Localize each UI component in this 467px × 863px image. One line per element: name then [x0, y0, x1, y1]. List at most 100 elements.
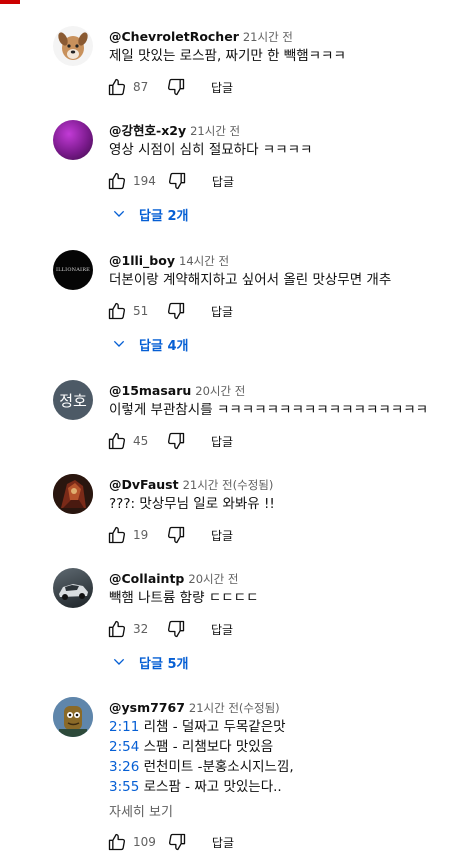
thumbs-up-icon: [107, 77, 127, 97]
like-count: 45: [133, 434, 149, 448]
timestamp-link[interactable]: 2:11: [109, 719, 139, 735]
like-button[interactable]: [106, 430, 128, 452]
timestamp[interactable]: 20시간 전: [188, 572, 238, 586]
chevron-down-icon: [111, 336, 127, 352]
dog-icon: [58, 32, 88, 60]
reply-button[interactable]: 답글: [211, 303, 233, 320]
comment-actions: 19 답글: [106, 524, 233, 546]
car-icon: [59, 584, 88, 600]
avatar[interactable]: [53, 568, 93, 608]
reply-button[interactable]: 답글: [211, 433, 233, 450]
like-button[interactable]: [106, 524, 128, 546]
purple-orb-icon: [53, 120, 93, 160]
timestamp[interactable]: 21시간 전: [190, 124, 240, 138]
author-name[interactable]: @Collaintp: [109, 571, 184, 586]
thumbs-up-icon: [107, 619, 127, 639]
author-name[interactable]: @DvFaust: [109, 477, 179, 492]
view-replies-button[interactable]: 답글 2개: [111, 204, 188, 224]
avatar[interactable]: [53, 120, 93, 160]
top-edge-mark: [0, 0, 20, 4]
replies-label: 답글 4개: [139, 338, 189, 354]
chevron-down-icon: [111, 654, 127, 670]
like-button[interactable]: [106, 170, 128, 192]
avatar-initials: 정호: [59, 391, 87, 410]
thumbs-down-icon: [167, 832, 187, 852]
comment-text: ???: 맛상무님 일로 와봐유 !!: [109, 494, 275, 514]
reply-button[interactable]: 답글: [212, 834, 234, 851]
thumbs-up-icon: [107, 431, 127, 451]
author-name[interactable]: @ChevroletRocher: [109, 29, 239, 44]
read-more-link[interactable]: 자세히 보기: [109, 801, 173, 820]
comment-header: @Collaintp 20시간 전: [109, 568, 238, 587]
author-name[interactable]: @15masaru: [109, 383, 191, 398]
dislike-button[interactable]: [165, 618, 187, 640]
thumbs-down-icon: [166, 77, 186, 97]
avatar-logo-text: ILLIONAIRE: [55, 267, 91, 273]
timestamp[interactable]: 14시간 전: [179, 254, 229, 268]
timestamp-link[interactable]: 3:55: [109, 779, 139, 795]
like-count: 32: [133, 622, 149, 636]
avatar[interactable]: 정호: [53, 380, 93, 420]
view-replies-button[interactable]: 답글 5개: [111, 652, 188, 672]
comment-text: 더본이랑 계약해지하고 싶어서 올린 맛상무면 개추: [109, 270, 391, 290]
line-text: 런천미트 -분홍소시지느낌,: [139, 759, 294, 775]
avatar[interactable]: ILLIONAIRE: [53, 250, 93, 290]
timestamp-link[interactable]: 3:26: [109, 759, 139, 775]
comment-actions: 87 답글: [106, 76, 233, 98]
like-count: 51: [133, 304, 149, 318]
replies-label: 답글 5개: [139, 656, 189, 672]
timestamp[interactable]: 21시간 전(수정됨): [183, 478, 274, 492]
dislike-button[interactable]: [165, 300, 187, 322]
author-name[interactable]: @강현호-x2y: [109, 123, 186, 138]
comment-header: @ysm7767 21시간 전(수정됨): [109, 697, 280, 716]
thumbs-up-icon: [107, 832, 127, 852]
thumbs-up-icon: [107, 301, 127, 321]
comment-text: 빽햄 나트륨 함량 ㄷㄷㄷㄷ: [109, 588, 259, 608]
dislike-button[interactable]: [165, 430, 187, 452]
comment-header: @ChevroletRocher 21시간 전: [109, 26, 293, 45]
comment-text-line: 더본이랑 계약해지하고 싶어서 올린 맛상무면 개추: [109, 272, 392, 288]
dislike-button[interactable]: [165, 524, 187, 546]
timestamp[interactable]: 21시간 전: [243, 30, 293, 44]
comment-text-line: 영상 시점이 심히 절묘하다 ㅋㅋㅋㅋ: [109, 142, 313, 158]
view-replies-button[interactable]: 답글 4개: [111, 334, 188, 354]
thumbs-up-icon: [107, 525, 127, 545]
reply-button[interactable]: 답글: [211, 621, 233, 638]
comment-actions: 51 답글: [106, 300, 233, 322]
like-button[interactable]: [106, 300, 128, 322]
reply-button[interactable]: 답글: [212, 173, 234, 190]
comment-text: 영상 시점이 심히 절묘하다 ㅋㅋㅋㅋ: [109, 140, 312, 160]
like-count: 194: [133, 174, 156, 188]
timestamp[interactable]: 21시간 전(수정됨): [189, 701, 280, 715]
comment-actions: 32 답글: [106, 618, 233, 640]
like-button[interactable]: [106, 76, 128, 98]
like-count: 19: [133, 528, 149, 542]
like-button[interactable]: [106, 831, 128, 853]
reply-button[interactable]: 답글: [211, 79, 233, 96]
comment-actions: 194 답글: [106, 170, 234, 192]
comment-text-line: 이렇게 부관참시를 ㅋㅋㅋㅋㅋㅋㅋㅋㅋㅋㅋㅋㅋㅋㅋㅋㅋ: [109, 402, 429, 418]
author-name[interactable]: @ysm7767: [109, 700, 185, 715]
dislike-button[interactable]: [166, 831, 188, 853]
reply-button[interactable]: 답글: [211, 527, 233, 544]
comment-text-line: 2:11 리챔 - 덜짜고 두목같은맛: [109, 717, 294, 737]
avatar[interactable]: [53, 697, 93, 737]
comment-actions: 45 답글: [106, 430, 233, 452]
thumbs-down-icon: [166, 431, 186, 451]
timestamp[interactable]: 20시간 전: [195, 384, 245, 398]
timestamp-link[interactable]: 2:54: [109, 739, 139, 755]
comment-header: @1lli_boy 14시간 전: [109, 250, 229, 269]
comment-header: @강현호-x2y 21시간 전: [109, 120, 240, 139]
author-name[interactable]: @1lli_boy: [109, 253, 175, 268]
dislike-button[interactable]: [165, 76, 187, 98]
dislike-button[interactable]: [166, 170, 188, 192]
avatar[interactable]: [53, 474, 93, 514]
comment-text: 제일 맛있는 로스팜, 짜기만 한 빽햄ㅋㅋㅋ: [109, 46, 346, 66]
avatar[interactable]: [53, 26, 93, 66]
comment-text-line: ???: 맛상무님 일로 와봐유 !!: [109, 496, 275, 512]
like-count: 87: [133, 80, 149, 94]
like-button[interactable]: [106, 618, 128, 640]
line-text: 리챔 - 덜짜고 두목같은맛: [139, 719, 286, 735]
comment-text-line: 빽햄 나트륨 함량 ㄷㄷㄷㄷ: [109, 590, 259, 606]
comment-header: @DvFaust 21시간 전(수정됨): [109, 474, 273, 493]
